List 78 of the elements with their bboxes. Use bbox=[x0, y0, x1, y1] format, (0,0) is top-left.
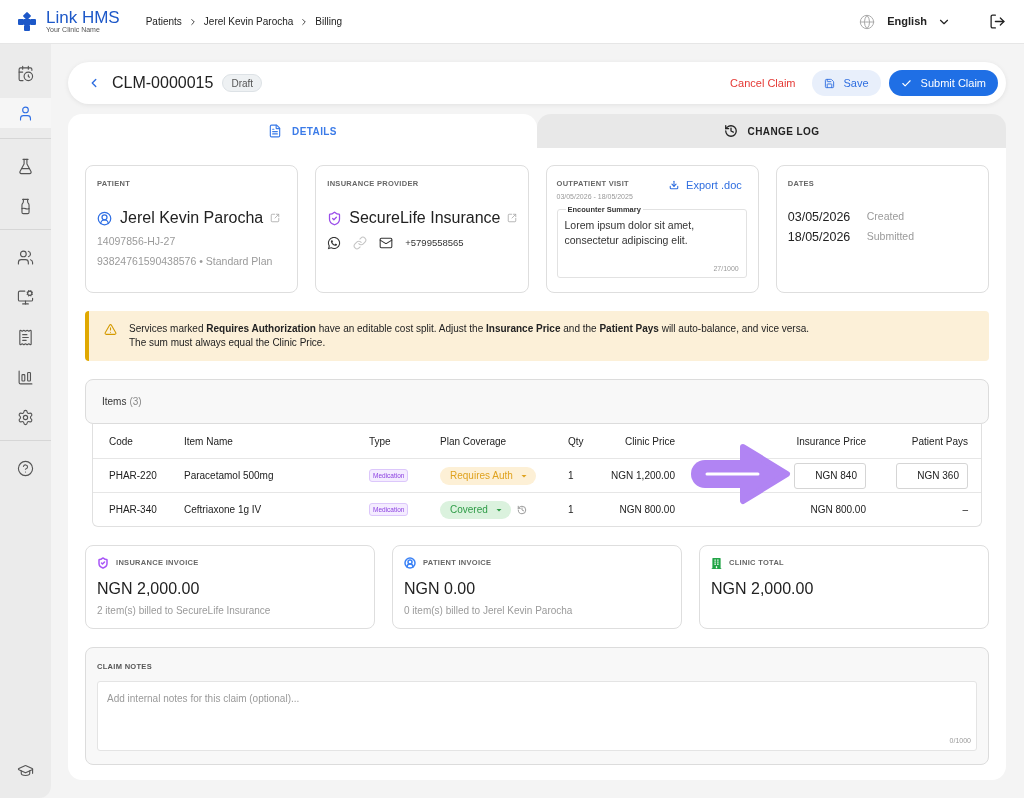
shield-check-icon bbox=[327, 210, 343, 226]
arrow-icon bbox=[691, 443, 791, 505]
export-button[interactable]: Export .doc bbox=[669, 177, 742, 194]
table-cell-text: PHAR-220 bbox=[109, 469, 158, 483]
logo-text: Link HMS bbox=[46, 9, 120, 26]
date-event: Created bbox=[866, 209, 905, 225]
patient-name: Jerel Kevin Parocha bbox=[120, 208, 264, 228]
items-count: (3) bbox=[129, 395, 142, 409]
save-button[interactable]: Save bbox=[811, 70, 881, 96]
monitor-gear-icon bbox=[17, 288, 34, 306]
invoice-amount: NGN 2,000.00 bbox=[97, 579, 201, 599]
phone-number: +5799558565 bbox=[405, 236, 464, 250]
breadcrumb-link[interactable]: Patients bbox=[145, 14, 182, 29]
tab[interactable]: CHANGE LOG bbox=[537, 114, 1006, 148]
invoice-amount: NGN 0.00 bbox=[404, 579, 477, 599]
logout-button[interactable] bbox=[989, 13, 1006, 30]
column-header: Patient Pays bbox=[910, 434, 968, 449]
tab[interactable]: DETAILS bbox=[68, 114, 537, 148]
breadcrumb-link[interactable]: Billing bbox=[315, 14, 342, 29]
check-icon bbox=[900, 77, 912, 89]
invoice-note: 2 item(s) billed to SecureLife Insurance bbox=[97, 604, 272, 618]
price-input[interactable]: NGN 840 bbox=[794, 462, 866, 489]
items-title: Items bbox=[102, 395, 127, 409]
table-cell-text: – bbox=[961, 503, 968, 517]
column-header: Type bbox=[369, 434, 392, 449]
table-cell-text: NGN 1,200.00 bbox=[610, 469, 675, 483]
patient-details: 93824761590438576 • Standard Plan bbox=[97, 255, 274, 268]
mail-icon[interactable] bbox=[379, 236, 394, 251]
table-cell-text: 1 bbox=[568, 469, 575, 483]
insurer-name: SecureLife Insurance bbox=[349, 208, 501, 228]
table-cell-text: PHAR-340 bbox=[109, 503, 158, 517]
history-icon bbox=[723, 124, 738, 138]
invoice-amount: NGN 2,000.00 bbox=[711, 579, 815, 599]
table-cell-text: NGN 800.00 bbox=[809, 503, 866, 517]
cancel-button[interactable]: Cancel Claim bbox=[722, 70, 804, 96]
users-icon bbox=[17, 248, 34, 266]
save-icon bbox=[823, 77, 835, 89]
status-badge: Draft bbox=[222, 74, 263, 92]
field-value: Lorem ipsum dolor sit amet, consectetur adipiscing elit. bbox=[564, 218, 696, 249]
sidebar-item[interactable] bbox=[0, 98, 51, 128]
settings-icon bbox=[17, 408, 34, 426]
date-value: 18/05/2026 bbox=[787, 228, 852, 246]
download-icon bbox=[669, 180, 680, 191]
patient-id: 14097856-HJ-27 bbox=[97, 235, 177, 248]
claim-id: CLM-0000015 bbox=[112, 73, 214, 93]
user-circle-icon bbox=[97, 210, 112, 226]
column-header: Item Name bbox=[184, 434, 234, 449]
column-header: Plan Coverage bbox=[440, 434, 508, 449]
whatsapp-icon[interactable] bbox=[327, 236, 342, 251]
help-icon bbox=[17, 459, 34, 477]
bar-chart-icon bbox=[17, 368, 34, 386]
history-icon[interactable] bbox=[516, 504, 527, 515]
document-icon bbox=[268, 124, 283, 138]
table-cell-text: 1 bbox=[568, 503, 575, 517]
calendar-clock-icon bbox=[17, 64, 34, 82]
submit-button[interactable]: Submit Claim bbox=[888, 70, 998, 96]
invoice-note: 0 item(s) billed to Jerel Kevin Parocha bbox=[404, 604, 574, 618]
date-event: Submitted bbox=[866, 229, 915, 245]
alert-text: Services marked Requires Authorization have an editable cost split. Adjust the Insurance Price and the Patient Pays will auto-balance, and vice versa. bbox=[129, 322, 809, 336]
table-cell-text: Ceftriaxone 1g IV bbox=[184, 503, 263, 517]
globe-icon bbox=[859, 13, 876, 30]
language-dropdown[interactable]: English bbox=[887, 13, 951, 30]
warning-icon bbox=[104, 323, 117, 336]
alert-text: The sum must always equal the Clinic Price. bbox=[129, 336, 327, 350]
breadcrumb-link[interactable]: Jerel Kevin Parocha bbox=[203, 14, 294, 29]
flask-icon bbox=[17, 157, 34, 175]
user-icon bbox=[17, 104, 34, 122]
table-cell-text: Paracetamol 500mg bbox=[184, 469, 275, 483]
receipt-icon bbox=[17, 328, 34, 346]
date-value: 03/05/2026 bbox=[787, 208, 852, 226]
column-header: Code bbox=[109, 434, 134, 449]
column-header: Clinic Price bbox=[624, 434, 675, 449]
column-header: Qty bbox=[568, 434, 585, 449]
table-cell-text: NGN 800.00 bbox=[618, 503, 675, 517]
logout-icon bbox=[989, 13, 1006, 30]
column-header: Insurance Price bbox=[795, 434, 866, 449]
logo-icon bbox=[17, 11, 37, 32]
price-input[interactable]: NGN 360 bbox=[896, 462, 968, 489]
